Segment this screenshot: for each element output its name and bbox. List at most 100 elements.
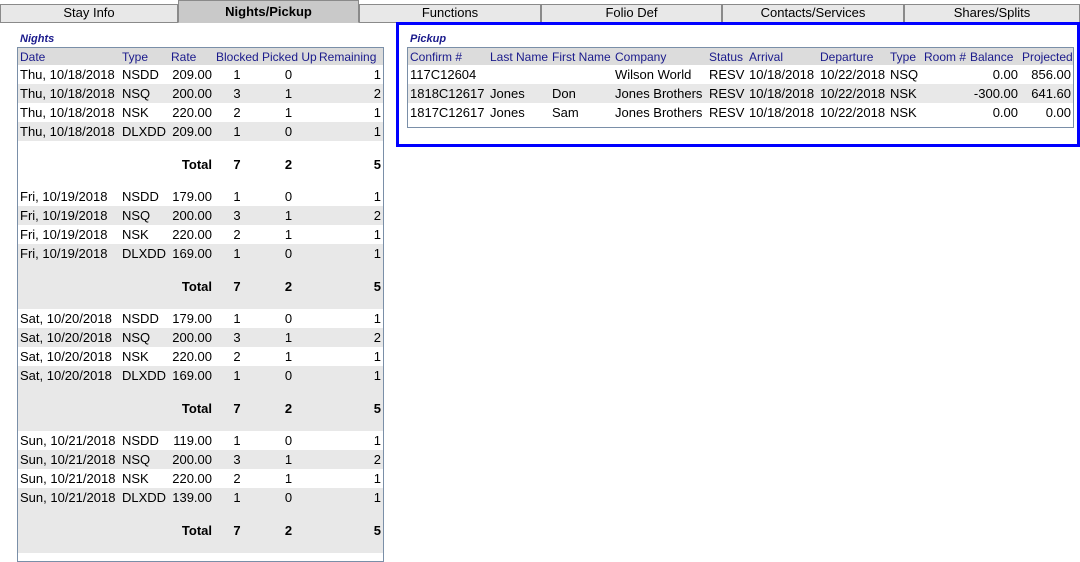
nights-cell <box>18 507 120 553</box>
nights-cell: NSDD <box>122 311 159 326</box>
col-room-number[interactable]: Room # <box>922 48 968 65</box>
col-remaining[interactable]: Remaining <box>317 48 383 65</box>
nights-row[interactable]: Sun, 10/21/2018 NSDD 119.00 1 0 1 <box>18 431 383 450</box>
col-rate[interactable]: Rate <box>169 48 214 65</box>
nights-header-row: Date Type Rate Blocked Picked Up Remaini… <box>18 48 383 65</box>
nights-cell: Sun, 10/21/2018 <box>18 450 120 469</box>
col-type[interactable]: Type <box>120 48 169 65</box>
nights-row[interactable]: Sun, 10/21/2018 DLXDD 139.00 1 0 1 <box>18 488 383 507</box>
tab-functions[interactable]: Functions <box>359 4 541 22</box>
tab-folio-def[interactable]: Folio Def <box>541 4 722 22</box>
nights-cell: 1 <box>373 105 381 120</box>
nights-cell: DLXDD <box>120 122 169 141</box>
nights-cell: Sat, 10/20/2018 <box>18 366 120 385</box>
nights-cell: 1 <box>260 328 317 347</box>
nights-row[interactable]: Thu, 10/18/2018 DLXDD 209.00 1 0 1 <box>18 122 383 141</box>
nights-row[interactable]: Fri, 10/19/2018 NSK 220.00 2 1 1 <box>18 225 383 244</box>
pickup-cell: RESV <box>709 67 745 82</box>
col-confirm[interactable]: Confirm # <box>408 48 488 65</box>
nights-cell: 1 <box>214 122 260 141</box>
nights-total-row: Total 7 2 5 <box>18 385 383 431</box>
nights-cell: 3 <box>214 84 260 103</box>
col-first-name[interactable]: First Name <box>550 48 613 65</box>
nights-cell: 1 <box>373 67 381 82</box>
pickup-row[interactable]: 1817C12617 Jones Sam Jones Brothers RESV 10/1… <box>408 103 1073 122</box>
nights-row[interactable]: Thu, 10/18/2018 NSDD 209.00 1 0 1 <box>18 65 383 84</box>
nights-cell <box>120 141 169 187</box>
nights-cell: 169.00 <box>169 244 214 263</box>
nights-cell: Sat, 10/20/2018 <box>20 311 112 326</box>
col-balance[interactable]: Balance <box>968 48 1020 65</box>
nights-cell: 1 <box>214 366 260 385</box>
total-value: 2 <box>260 141 317 187</box>
nights-cell: NSK <box>122 227 149 242</box>
nights-cell: 3 <box>214 328 260 347</box>
pickup-cell <box>922 84 968 103</box>
col-company[interactable]: Company <box>613 48 707 65</box>
nights-row[interactable]: Sat, 10/20/2018 NSDD 179.00 1 0 1 <box>18 309 383 328</box>
nights-cell: 200.00 <box>169 206 214 225</box>
total-value: 2 <box>260 263 317 309</box>
nights-row[interactable]: Sat, 10/20/2018 NSK 220.00 2 1 1 <box>18 347 383 366</box>
nights-row[interactable]: Sat, 10/20/2018 DLXDD 169.00 1 0 1 <box>18 366 383 385</box>
nights-grid: Date Type Rate Blocked Picked Up Remaini… <box>17 47 384 562</box>
pickup-cell: 117C12604 <box>410 67 477 82</box>
pickup-cell: Jones Brothers <box>613 84 707 103</box>
nights-cell: 0 <box>260 488 317 507</box>
col-projected[interactable]: Projected <box>1020 48 1073 65</box>
nights-cell: 1 <box>284 349 293 364</box>
nights-row[interactable]: Sun, 10/21/2018 NSQ 200.00 3 1 2 <box>18 450 383 469</box>
total-label: Total <box>169 141 214 187</box>
pickup-cell: 10/18/2018 <box>749 105 815 120</box>
col-departure[interactable]: Departure <box>818 48 888 65</box>
nights-cell: NSQ <box>120 450 169 469</box>
nights-row[interactable]: Fri, 10/19/2018 NSDD 179.00 1 0 1 <box>18 187 383 206</box>
tab-nights-pickup[interactable]: Nights/Pickup <box>178 0 359 23</box>
col-room-type[interactable]: Type <box>888 48 922 65</box>
nights-cell: 1 <box>373 227 381 242</box>
col-blocked[interactable]: Blocked <box>214 48 260 65</box>
nights-cell: 3 <box>214 450 260 469</box>
pickup-table: Confirm # Last Name First Name Company S… <box>408 48 1073 122</box>
nights-cell: Sat, 10/20/2018 <box>20 349 112 364</box>
pickup-row[interactable]: 1818C12617 Jones Don Jones Brothers RESV 10/1… <box>408 84 1073 103</box>
nights-cell: Sun, 10/21/2018 <box>20 471 116 486</box>
nights-cell: 2 <box>317 450 383 469</box>
nights-cell: Thu, 10/18/2018 <box>18 122 120 141</box>
nights-cell: Fri, 10/19/2018 <box>18 244 120 263</box>
nights-cell: 1 <box>317 366 383 385</box>
nights-cell: 2 <box>233 227 241 242</box>
total-value: 7 <box>214 141 260 187</box>
nights-row[interactable]: Sat, 10/20/2018 NSQ 200.00 3 1 2 <box>18 328 383 347</box>
nights-cell <box>120 385 169 431</box>
tab-shares-splits[interactable]: Shares/Splits <box>904 4 1080 22</box>
pickup-cell: Jones <box>488 84 550 103</box>
nights-row[interactable]: Thu, 10/18/2018 NSQ 200.00 3 1 2 <box>18 84 383 103</box>
pickup-cell: 1817C12617 <box>410 105 485 120</box>
pickup-cell: 0.00 <box>1045 105 1071 120</box>
tab-stay-info[interactable]: Stay Info <box>0 4 178 22</box>
pickup-row[interactable]: 117C12604 Wilson World RESV 10/18/2018 10/22… <box>408 65 1073 84</box>
nights-row[interactable]: Fri, 10/19/2018 NSQ 200.00 3 1 2 <box>18 206 383 225</box>
nights-cell: Fri, 10/19/2018 <box>18 206 120 225</box>
tab-contacts-services[interactable]: Contacts/Services <box>722 4 904 22</box>
nights-cell: Fri, 10/19/2018 <box>20 189 108 204</box>
nights-cell: NSQ <box>120 206 169 225</box>
nights-cell: 200.00 <box>169 84 214 103</box>
total-label: Total <box>169 263 214 309</box>
col-picked-up[interactable]: Picked Up <box>260 48 317 65</box>
pickup-cell: 10/18/2018 <box>749 67 815 82</box>
pickup-cell: 10/22/2018 <box>820 67 886 82</box>
col-status[interactable]: Status <box>707 48 747 65</box>
total-value: 5 <box>317 385 383 431</box>
nights-total-row: Total 7 2 5 <box>18 141 383 187</box>
nights-cell: Fri, 10/19/2018 <box>20 227 108 242</box>
col-arrival[interactable]: Arrival <box>747 48 818 65</box>
nights-row[interactable]: Sun, 10/21/2018 NSK 220.00 2 1 1 <box>18 469 383 488</box>
pickup-cell: NSK <box>888 84 922 103</box>
nights-row[interactable]: Thu, 10/18/2018 NSK 220.00 2 1 1 <box>18 103 383 122</box>
nights-cell: Thu, 10/18/2018 <box>20 67 115 82</box>
nights-row[interactable]: Fri, 10/19/2018 DLXDD 169.00 1 0 1 <box>18 244 383 263</box>
col-date[interactable]: Date <box>18 48 120 65</box>
col-last-name[interactable]: Last Name <box>488 48 550 65</box>
